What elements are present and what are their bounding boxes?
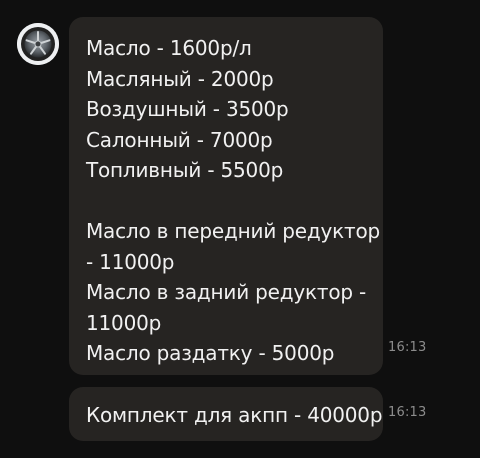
message-line: Комплект для акпп - 40000р: [86, 403, 383, 427]
message-timestamp: 16:13: [388, 405, 427, 420]
message-bubble[interactable]: Комплект для акпп - 40000р: [69, 387, 383, 441]
message-line: Салонный - 7000р: [86, 127, 273, 152]
message-line: 11000р: [86, 310, 162, 335]
sender-avatar[interactable]: [17, 23, 59, 65]
message-line: [86, 186, 367, 217]
message-timestamp: 16:13: [388, 340, 427, 355]
message-line: Топливный - 5500р: [86, 158, 284, 182]
message-line: Масло - 1600р/л: [86, 36, 252, 60]
chat-area: Масло - 1600р/л Масляный - 2000р Воздушн…: [0, 0, 480, 458]
message-line: Масляный - 2000р: [86, 66, 274, 91]
message-line: Масло раздатку - 5000р: [86, 341, 335, 365]
message-line: Масло в передний редуктор: [86, 219, 380, 243]
message-line: Масло в задний редуктор -: [86, 280, 367, 304]
car-wheel-icon: [17, 23, 59, 65]
message-line: - 11000р: [86, 249, 175, 274]
message-line: Воздушный - 3500р: [86, 97, 289, 121]
message-bubble[interactable]: Масло - 1600р/л Масляный - 2000р Воздушн…: [69, 17, 383, 375]
